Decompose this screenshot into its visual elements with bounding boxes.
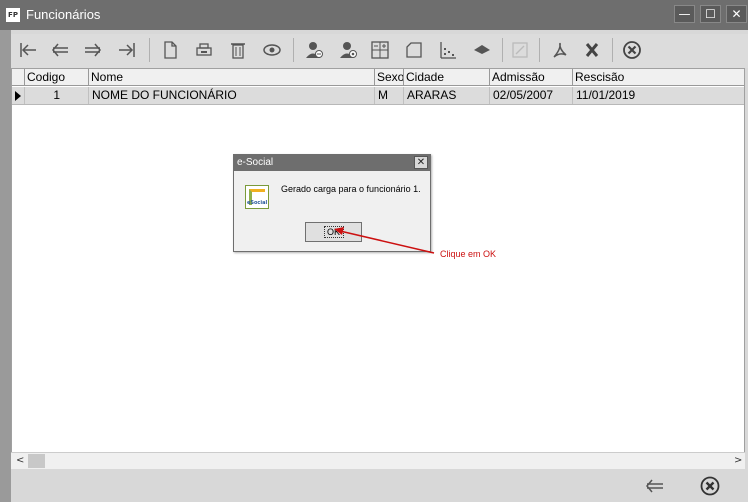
- dialog-message: Gerado carga para o funcionário 1.: [281, 184, 421, 194]
- column-header-codigo[interactable]: Codigo: [25, 69, 89, 86]
- cell-sexo[interactable]: M: [375, 87, 404, 104]
- first-record-icon[interactable]: [15, 37, 41, 63]
- column-header-indicator: [12, 69, 25, 86]
- bottom-bar: [11, 470, 748, 502]
- dialog-title: e-Social: [234, 155, 430, 171]
- toolbar-separator: [612, 38, 613, 62]
- back-arrow-icon[interactable]: [641, 473, 667, 499]
- table-row[interactable]: 1 NOME DO FUNCIONÁRIO M ARARAS 02/05/200…: [12, 87, 744, 105]
- excel-icon[interactable]: [579, 37, 605, 63]
- toolbar-separator: [149, 38, 150, 62]
- scroll-thumb[interactable]: [28, 454, 45, 468]
- row-indicator-cell: [12, 87, 25, 104]
- column-header-admissao[interactable]: Admissão: [490, 69, 573, 86]
- delete-icon[interactable]: [225, 37, 251, 63]
- scroll-left-icon[interactable]: <: [16, 455, 24, 466]
- view-icon[interactable]: [259, 37, 285, 63]
- user-plus-icon[interactable]: [301, 37, 327, 63]
- column-header-sexo[interactable]: Sexo: [375, 69, 404, 86]
- cell-cidade[interactable]: ARARAS: [404, 87, 490, 104]
- esocial-icon[interactable]: [469, 37, 495, 63]
- maximize-button[interactable]: ☐: [700, 5, 721, 23]
- column-header-nome[interactable]: Nome: [89, 69, 375, 86]
- employees-grid[interactable]: Codigo Nome Sexo Cidade Admissão Rescisã…: [11, 68, 745, 469]
- previous-record-icon[interactable]: [47, 37, 73, 63]
- chart-icon[interactable]: [435, 37, 461, 63]
- column-header-cidade[interactable]: Cidade: [404, 69, 490, 86]
- user-search-icon[interactable]: [335, 37, 361, 63]
- annotation-text: Clique em OK: [440, 249, 497, 259]
- toolbar-separator: [293, 38, 294, 62]
- exit-circle-icon[interactable]: [697, 473, 723, 499]
- esocial-logo-icon: eSocial: [245, 185, 269, 209]
- close-window-button[interactable]: ✕: [726, 5, 747, 23]
- cell-codigo[interactable]: 1: [25, 87, 89, 104]
- edit-disabled-icon[interactable]: [507, 37, 533, 63]
- toolbar: [11, 34, 748, 68]
- grid-header: Codigo Nome Sexo Cidade Admissão Rescisã…: [12, 69, 744, 86]
- cell-nome[interactable]: NOME DO FUNCIONÁRIO: [89, 87, 375, 104]
- horizontal-scrollbar[interactable]: < >: [11, 452, 745, 469]
- folder-icon[interactable]: [401, 37, 427, 63]
- annotation-arrow-icon: [334, 227, 435, 254]
- calculator-icon[interactable]: [367, 37, 393, 63]
- window-title: Funcionários: [26, 7, 101, 22]
- toolbar-separator: [502, 38, 503, 62]
- close-circle-icon[interactable]: [619, 37, 645, 63]
- print-icon[interactable]: [191, 37, 217, 63]
- app-icon: FP: [6, 8, 20, 22]
- dialog-close-button[interactable]: ✕: [414, 156, 428, 169]
- row-pointer-icon: [15, 91, 21, 101]
- new-document-icon[interactable]: [157, 37, 183, 63]
- minimize-button[interactable]: —: [674, 5, 695, 23]
- window-left-border: [0, 30, 11, 502]
- esocial-logo-label: eSocial: [247, 200, 268, 206]
- toolbar-separator: [539, 38, 540, 62]
- column-header-rescisao[interactable]: Rescisão: [573, 69, 744, 86]
- last-record-icon[interactable]: [114, 37, 140, 63]
- next-record-icon[interactable]: [80, 37, 106, 63]
- pdf-icon[interactable]: [547, 37, 573, 63]
- scroll-right-icon[interactable]: >: [734, 455, 742, 466]
- cell-rescisao[interactable]: 11/01/2019: [573, 87, 744, 104]
- cell-admissao[interactable]: 02/05/2007: [490, 87, 573, 104]
- window-title-bar: FP Funcionários — ☐ ✕: [0, 0, 748, 30]
